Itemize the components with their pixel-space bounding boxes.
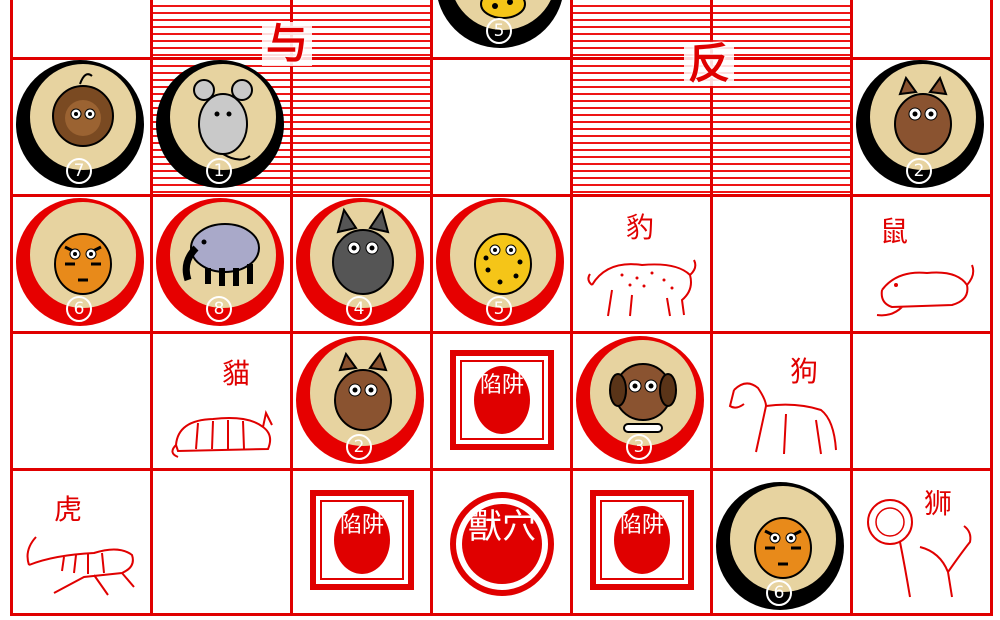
piece-cat-black[interactable]: 2 [856,60,984,188]
board-cell[interactable] [150,468,293,616]
dog-icon [609,363,677,433]
water-label-right: 反 [684,42,735,86]
lion-outline-icon [867,499,972,598]
piece-rank: 1 [206,158,232,184]
piece-rank: 8 [206,296,232,322]
jungle-chess-board: 与 反 陷阱 陷阱 陷阱 獸穴 豹 鼠 貓 狗 虎 狮 5 7 1 2 6 8 … [0,0,1000,620]
piece-rank: 2 [906,158,932,184]
piece-rank: 5 [486,296,512,322]
rat-outline-icon [876,264,975,317]
cat-outline-icon [171,410,273,458]
cat-icon [334,351,392,431]
leopard-icon [474,233,532,295]
den-marker: 獸穴 [450,492,554,596]
board-cell[interactable] [850,331,993,471]
wolf-icon [332,207,394,295]
piece-leopard-red[interactable]: 5 [436,198,564,326]
water-cell[interactable] [290,57,433,197]
piece-elephant-red[interactable]: 8 [156,198,284,326]
leopard-outline-icon [587,259,697,317]
board-cell[interactable] [430,57,573,197]
trap-label: 陷阱 [614,506,670,574]
cat-label: 貓 [222,357,251,390]
cat-icon [894,75,952,155]
trap-label: 陷阱 [334,506,390,574]
piece-rank: 6 [66,296,92,322]
piece-dog-red[interactable]: 3 [576,336,704,464]
rat-icon [193,79,253,161]
piece-rank: 5 [486,18,512,44]
tiger-icon [54,233,112,295]
tiger-outline-icon [26,536,135,596]
rat-label: 鼠 [880,215,909,248]
elephant-icon [182,223,260,286]
piece-rank: 3 [626,434,652,460]
piece-tiger-red[interactable]: 6 [16,198,144,326]
piece-rank: 4 [346,296,372,322]
piece-rat-black[interactable]: 1 [156,60,284,188]
piece-rank: 2 [346,434,372,460]
board-cell[interactable] [850,0,993,60]
den-label: 獸穴 [462,504,542,584]
tiger-icon [754,517,812,579]
piece-lion-black[interactable]: 7 [16,60,144,188]
piece-tiger-black[interactable]: 6 [716,482,844,610]
trap-label: 陷阱 [474,366,530,434]
tiger-label: 虎 [54,493,83,526]
piece-wolf-red[interactable]: 4 [296,198,424,326]
piece-cat-red[interactable]: 2 [296,336,424,464]
piece-rank: 6 [766,580,792,606]
board-cell[interactable] [10,331,153,471]
board-cell[interactable] [10,0,153,60]
dog-outline-icon [728,382,837,455]
lion-icon [52,73,114,147]
piece-rank: 7 [66,158,92,184]
board-cell[interactable] [710,194,853,334]
water-label-left: 与 [262,22,313,66]
